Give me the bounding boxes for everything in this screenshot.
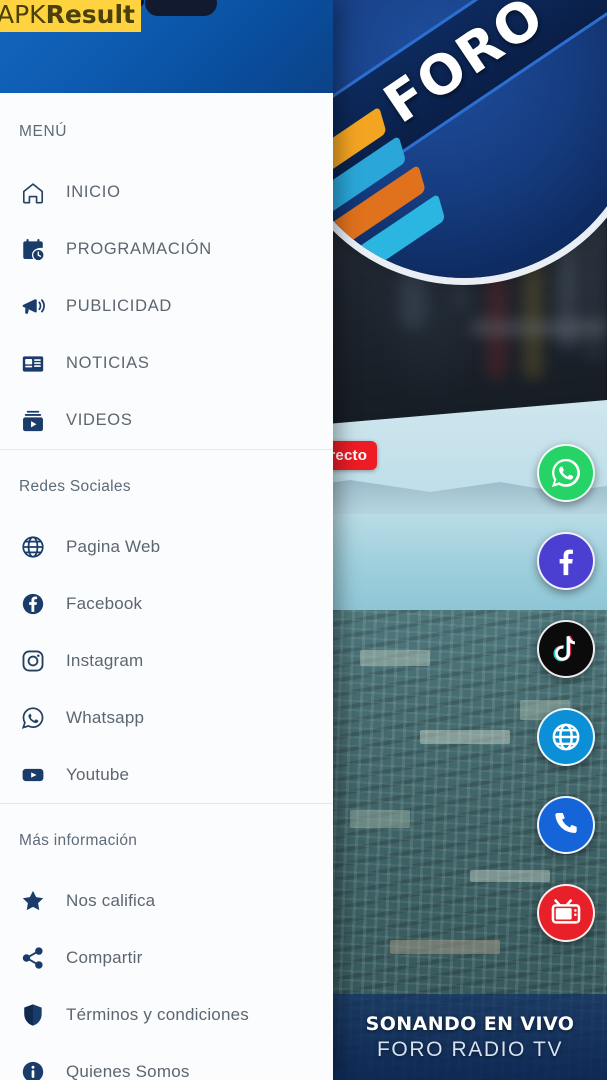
phone-icon — [550, 809, 582, 841]
drawer-item-programaci-n[interactable]: PROGRAMACIÓN — [0, 221, 333, 278]
drawer-item-label: Nos califica — [66, 890, 156, 910]
drawer-item-publicidad[interactable]: PUBLICIDAD — [0, 278, 333, 335]
star-icon — [0, 888, 66, 914]
drawer-section-label: MENÚ — [19, 123, 68, 140]
app-screen: FORO Directo SONANDO EN VIVO FORO RADIO — [0, 0, 607, 1080]
drawer-item-label: PROGRAMACIÓN — [66, 240, 212, 258]
drawer-item-videos[interactable]: VIDEOS — [0, 392, 333, 449]
drawer-item-label: Compartir — [66, 947, 143, 967]
drawer-item-whatsapp[interactable]: Whatsapp — [0, 689, 333, 746]
tv-icon — [549, 896, 583, 930]
news-article-icon — [0, 351, 66, 377]
fab-website[interactable] — [537, 708, 595, 766]
drawer-item-label: Pagina Web — [66, 536, 161, 556]
drawer-item-label: Quienes Somos — [66, 1061, 190, 1080]
drawer-item-label: Instagram — [66, 650, 144, 670]
drawer-item-label: NOTICIAS — [66, 354, 150, 372]
status-bar-pill — [145, 0, 217, 16]
instagram-icon — [0, 648, 66, 674]
drawer-item-facebook[interactable]: Facebook — [0, 575, 333, 632]
globe-icon — [0, 534, 66, 560]
watermark-prefix: APK — [0, 0, 46, 29]
drawer-item-label: PUBLICIDAD — [66, 297, 173, 315]
drawer-item-t-rminos-y-condiciones[interactable]: Términos y condiciones — [0, 986, 333, 1043]
drawer-section-label: Redes Sociales — [19, 478, 131, 495]
apkresult-watermark: APK Result — [0, 0, 141, 33]
tiktok-icon — [550, 633, 582, 665]
fab-phone[interactable] — [537, 796, 595, 854]
fab-tiktok[interactable] — [537, 620, 595, 678]
drawer-item-label: INICIO — [66, 183, 121, 201]
facebook-icon — [549, 544, 583, 578]
fab-whatsapp[interactable] — [537, 444, 595, 502]
globe-icon — [549, 720, 583, 754]
station-logo: FORO — [286, 0, 607, 278]
drawer-item-noticias[interactable]: NOTICIAS — [0, 335, 333, 392]
whatsapp-icon — [0, 705, 66, 731]
now-playing-bar: SONANDO EN VIVO FORO RADIO TV — [333, 994, 607, 1080]
drawer-item-label: Youtube — [66, 764, 130, 784]
youtube-icon — [0, 762, 66, 788]
floating-social-buttons — [537, 444, 595, 942]
info-icon — [0, 1059, 66, 1080]
drawer-item-label: Facebook — [66, 593, 143, 613]
drawer-item-label: Términos y condiciones — [66, 1004, 249, 1024]
whatsapp-icon — [549, 456, 583, 490]
drawer-item-compartir[interactable]: Compartir — [0, 929, 333, 986]
navigation-drawer: MENÚ INICIO PROGRAMACIÓN PUBLICIDAD NOTICIAS… — [0, 0, 333, 1080]
video-library-icon — [0, 408, 66, 434]
drawer-item-instagram[interactable]: Instagram — [0, 632, 333, 689]
drawer-item-inicio[interactable]: INICIO — [0, 164, 333, 221]
share-icon — [0, 945, 66, 971]
now-playing-line1: SONANDO EN VIVO — [365, 1012, 575, 1035]
fab-facebook[interactable] — [537, 532, 595, 590]
facebook-icon — [0, 591, 66, 617]
drawer-item-label: VIDEOS — [66, 411, 133, 429]
drawer-item-pagina-web[interactable]: Pagina Web — [0, 518, 333, 575]
drawer-item-quienes-somos[interactable]: Quienes Somos — [0, 1043, 333, 1080]
calendar-clock-icon — [0, 237, 66, 263]
drawer-item-nos-califica[interactable]: Nos califica — [0, 872, 333, 929]
drawer-item-label: Whatsapp — [66, 707, 145, 727]
home-icon — [0, 180, 66, 206]
shield-icon — [0, 1002, 66, 1028]
drawer-section-label: Más información — [19, 832, 138, 849]
drawer-item-youtube[interactable]: Youtube — [0, 746, 333, 803]
drawer-menu-list[interactable]: MENÚ INICIO PROGRAMACIÓN PUBLICIDAD NOTICIAS… — [0, 93, 333, 1080]
watermark-suffix: Result — [45, 0, 135, 29]
fab-tv[interactable] — [537, 884, 595, 942]
now-playing-line2: FORO RADIO TV — [376, 1037, 564, 1061]
megaphone-icon — [0, 293, 66, 321]
